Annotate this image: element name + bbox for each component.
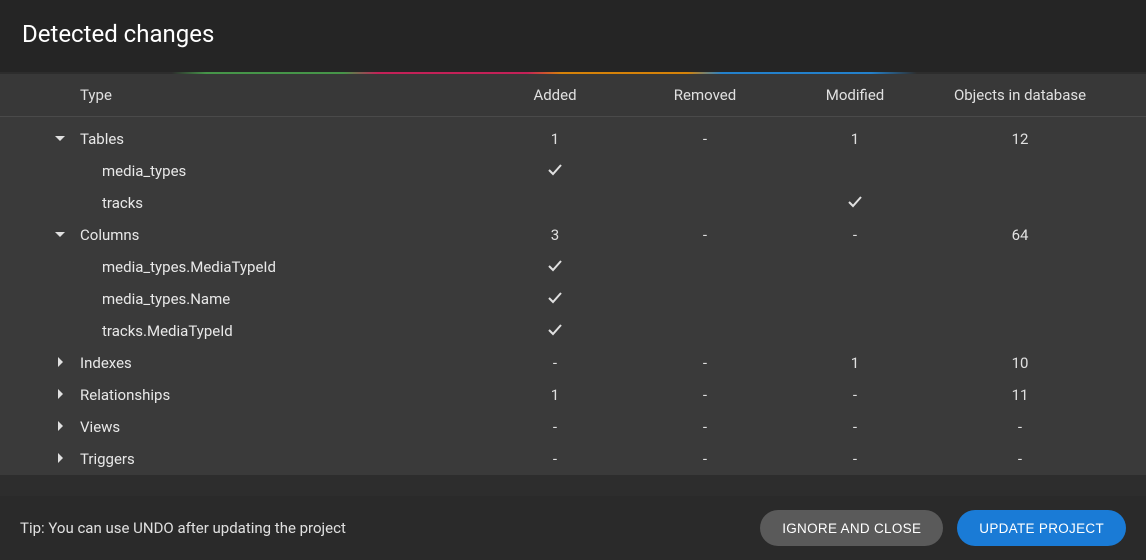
row-views[interactable]: Views - - - - bbox=[0, 411, 1146, 443]
added-tick bbox=[480, 257, 630, 277]
item-label: media_types bbox=[80, 162, 480, 180]
group-label: Tables bbox=[80, 130, 480, 148]
row-mt-mediatypeid[interactable]: media_types.MediaTypeId bbox=[0, 251, 1146, 283]
item-label: media_types.Name bbox=[80, 290, 480, 308]
cell-added: - bbox=[480, 418, 630, 436]
chevron-down-icon[interactable] bbox=[54, 226, 66, 244]
chevron-right-icon[interactable] bbox=[54, 386, 66, 404]
group-label: Triggers bbox=[80, 450, 480, 468]
item-label: tracks.MediaTypeId bbox=[80, 322, 480, 340]
cell-modified: 1 bbox=[780, 130, 930, 148]
added-tick bbox=[480, 321, 630, 341]
check-icon bbox=[547, 259, 563, 277]
check-icon bbox=[547, 291, 563, 309]
col-objects[interactable]: Objects in database bbox=[930, 86, 1110, 104]
row-mt-name[interactable]: media_types.Name bbox=[0, 283, 1146, 315]
cell-objects: - bbox=[930, 418, 1110, 436]
group-label: Relationships bbox=[80, 386, 480, 404]
cell-removed: - bbox=[630, 450, 780, 468]
group-label: Indexes bbox=[80, 354, 480, 372]
cell-added: 1 bbox=[480, 386, 630, 404]
item-label: media_types.MediaTypeId bbox=[80, 258, 480, 276]
added-tick bbox=[480, 289, 630, 309]
row-indexes[interactable]: Indexes - - 1 10 bbox=[0, 347, 1146, 379]
chevron-down-icon[interactable] bbox=[54, 130, 66, 148]
chevron-right-icon[interactable] bbox=[54, 354, 66, 372]
cell-modified: - bbox=[780, 418, 930, 436]
modified-tick bbox=[780, 193, 930, 213]
cell-objects: - bbox=[930, 450, 1110, 468]
cell-added: 1 bbox=[480, 130, 630, 148]
cell-objects: 10 bbox=[930, 354, 1110, 372]
cell-modified: - bbox=[780, 450, 930, 468]
col-added[interactable]: Added bbox=[480, 86, 630, 104]
cell-removed: - bbox=[630, 226, 780, 244]
row-tracks-mediatypeid[interactable]: tracks.MediaTypeId bbox=[0, 315, 1146, 347]
table-header-row: Type Added Removed Modified Objects in d… bbox=[0, 74, 1146, 117]
rainbow-divider bbox=[0, 72, 1146, 74]
row-tracks[interactable]: tracks bbox=[0, 187, 1146, 219]
chevron-right-icon[interactable] bbox=[54, 418, 66, 436]
dialog-title: Detected changes bbox=[22, 20, 1124, 48]
update-project-button[interactable]: UPDATE PROJECT bbox=[957, 510, 1126, 546]
cell-removed: - bbox=[630, 130, 780, 148]
cell-modified: 1 bbox=[780, 354, 930, 372]
row-triggers[interactable]: Triggers - - - - bbox=[0, 443, 1146, 475]
col-modified[interactable]: Modified bbox=[780, 86, 930, 104]
table-body: Tables 1 - 1 12 media_types tracks Colum… bbox=[0, 117, 1146, 475]
cell-modified: - bbox=[780, 226, 930, 244]
col-type[interactable]: Type bbox=[80, 86, 480, 104]
group-label: Views bbox=[80, 418, 480, 436]
footer-tip: Tip: You can use UNDO after updating the… bbox=[20, 519, 346, 537]
check-icon bbox=[847, 195, 863, 213]
dialog-footer: Tip: You can use UNDO after updating the… bbox=[0, 496, 1146, 560]
check-icon bbox=[547, 163, 563, 181]
cell-objects: 12 bbox=[930, 130, 1110, 148]
cell-added: - bbox=[480, 354, 630, 372]
ignore-and-close-button[interactable]: IGNORE AND CLOSE bbox=[760, 510, 943, 546]
col-removed[interactable]: Removed bbox=[630, 86, 780, 104]
cell-added: 3 bbox=[480, 226, 630, 244]
footer-buttons: IGNORE AND CLOSE UPDATE PROJECT bbox=[760, 510, 1126, 546]
dialog-header: Detected changes bbox=[0, 0, 1146, 72]
row-media-types[interactable]: media_types bbox=[0, 155, 1146, 187]
cell-removed: - bbox=[630, 418, 780, 436]
cell-removed: - bbox=[630, 386, 780, 404]
item-label: tracks bbox=[80, 194, 480, 212]
row-relationships[interactable]: Relationships 1 - - 11 bbox=[0, 379, 1146, 411]
cell-modified: - bbox=[780, 386, 930, 404]
row-columns[interactable]: Columns 3 - - 64 bbox=[0, 219, 1146, 251]
row-tables[interactable]: Tables 1 - 1 12 bbox=[0, 123, 1146, 155]
cell-objects: 11 bbox=[930, 386, 1110, 404]
cell-objects: 64 bbox=[930, 226, 1110, 244]
check-icon bbox=[547, 323, 563, 341]
cell-removed: - bbox=[630, 354, 780, 372]
cell-added: - bbox=[480, 450, 630, 468]
group-label: Columns bbox=[80, 226, 480, 244]
chevron-right-icon[interactable] bbox=[54, 450, 66, 468]
added-tick bbox=[480, 161, 630, 181]
